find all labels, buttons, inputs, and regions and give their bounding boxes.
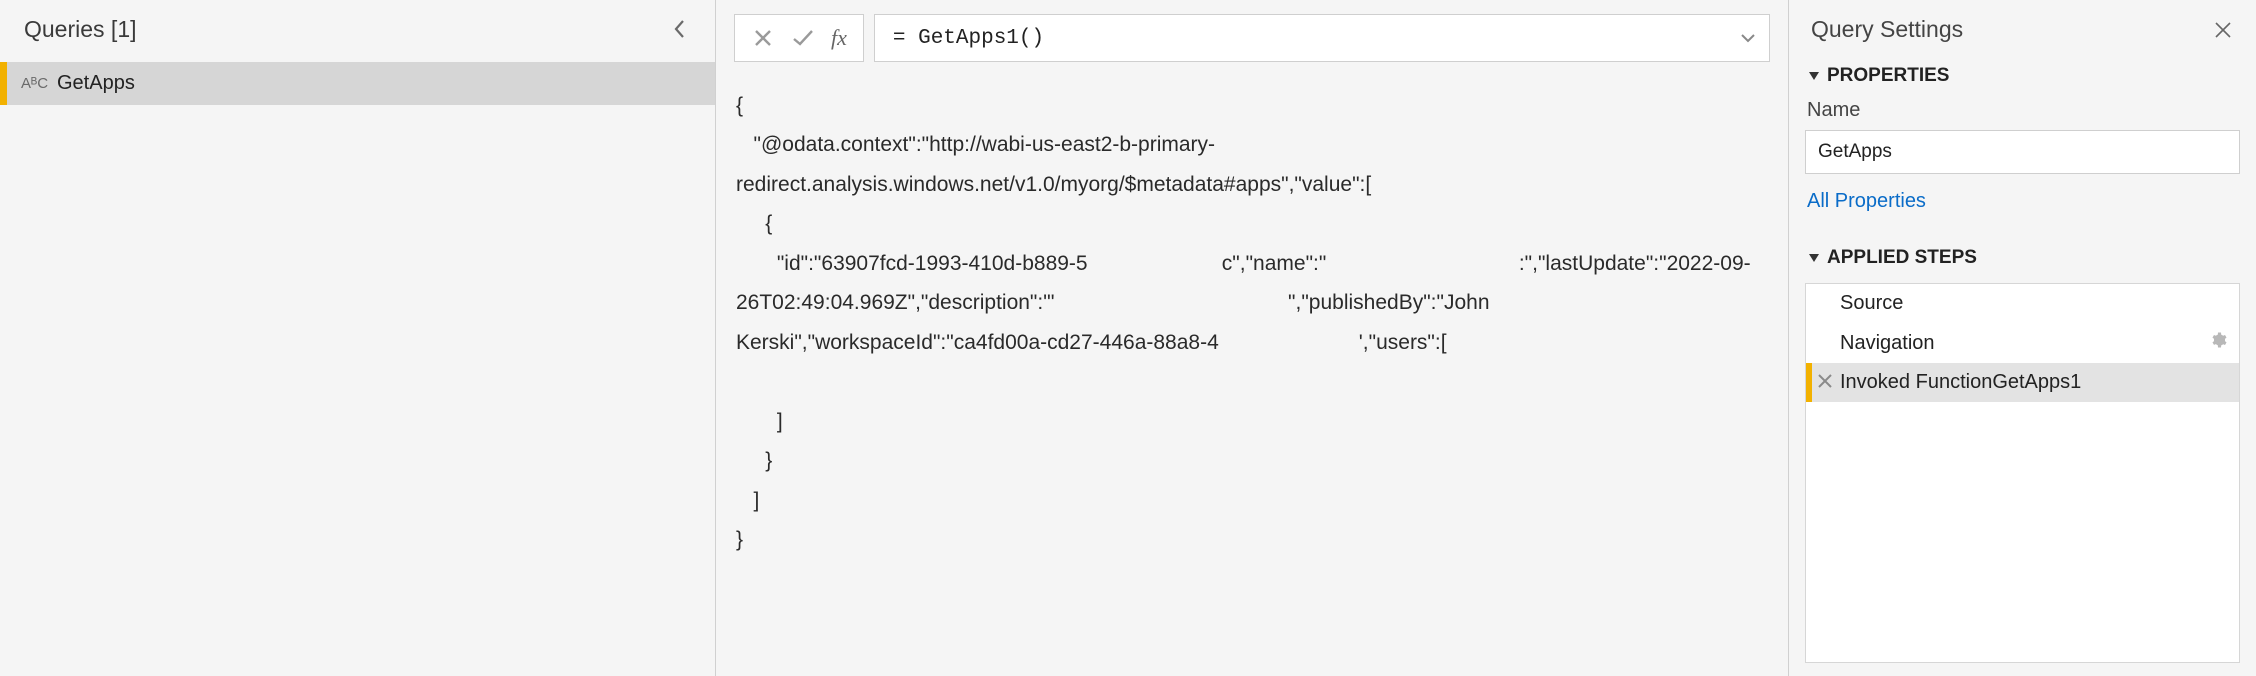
center-panel: fx { "@odata.context":"http://wabi-us-ea…	[716, 0, 1789, 676]
queries-panel: Queries [1] AᴮC GetApps	[0, 0, 716, 676]
step-invoked-function[interactable]: Invoked FunctionGetApps1	[1806, 363, 2239, 402]
properties-section-header[interactable]: PROPERTIES	[1805, 59, 2240, 93]
name-field-label: Name	[1805, 93, 2240, 130]
text-type-icon: AᴮC	[21, 75, 45, 92]
query-item-label: GetApps	[57, 72, 135, 95]
expand-formula-icon[interactable]	[1735, 25, 1761, 51]
result-preview: { "@odata.context":"http://wabi-us-east2…	[734, 86, 1770, 560]
collapse-queries-icon[interactable]	[665, 14, 695, 44]
formula-input[interactable]	[891, 26, 1753, 51]
collapse-steps-icon	[1807, 252, 1821, 264]
formula-actions: fx	[734, 14, 864, 62]
queries-title: Queries [1]	[24, 16, 137, 43]
gear-icon[interactable]	[2209, 331, 2227, 355]
collapse-properties-icon	[1807, 70, 1821, 82]
applied-steps-list: Source Navigation Invoked FunctionGetApp…	[1805, 283, 2240, 663]
applied-steps-section-header[interactable]: APPLIED STEPS	[1805, 241, 2240, 275]
query-item-getapps[interactable]: AᴮC GetApps	[0, 62, 715, 105]
step-navigation[interactable]: Navigation	[1806, 323, 2239, 363]
confirm-formula-icon[interactable]	[785, 20, 821, 56]
formula-bar: fx	[734, 14, 1770, 62]
cancel-formula-icon[interactable]	[745, 20, 781, 56]
formula-input-container	[874, 14, 1770, 62]
delete-step-icon[interactable]	[1818, 371, 1832, 394]
step-label: Invoked FunctionGetApps1	[1840, 371, 2081, 394]
applied-steps-label: APPLIED STEPS	[1827, 247, 1977, 269]
step-label: Navigation	[1840, 332, 1935, 355]
close-settings-icon[interactable]	[2210, 17, 2236, 43]
query-name-input[interactable]	[1805, 130, 2240, 174]
properties-label: PROPERTIES	[1827, 65, 1949, 87]
query-settings-header: Query Settings	[1805, 12, 2240, 59]
step-label: Source	[1840, 292, 1903, 315]
query-settings-panel: Query Settings PROPERTIES Name All Prope…	[1789, 0, 2256, 676]
all-properties-link[interactable]: All Properties	[1805, 174, 2240, 223]
query-settings-title: Query Settings	[1811, 16, 1963, 43]
queries-header: Queries [1]	[0, 0, 715, 62]
fx-icon[interactable]: fx	[825, 25, 853, 51]
step-source[interactable]: Source	[1806, 284, 2239, 323]
